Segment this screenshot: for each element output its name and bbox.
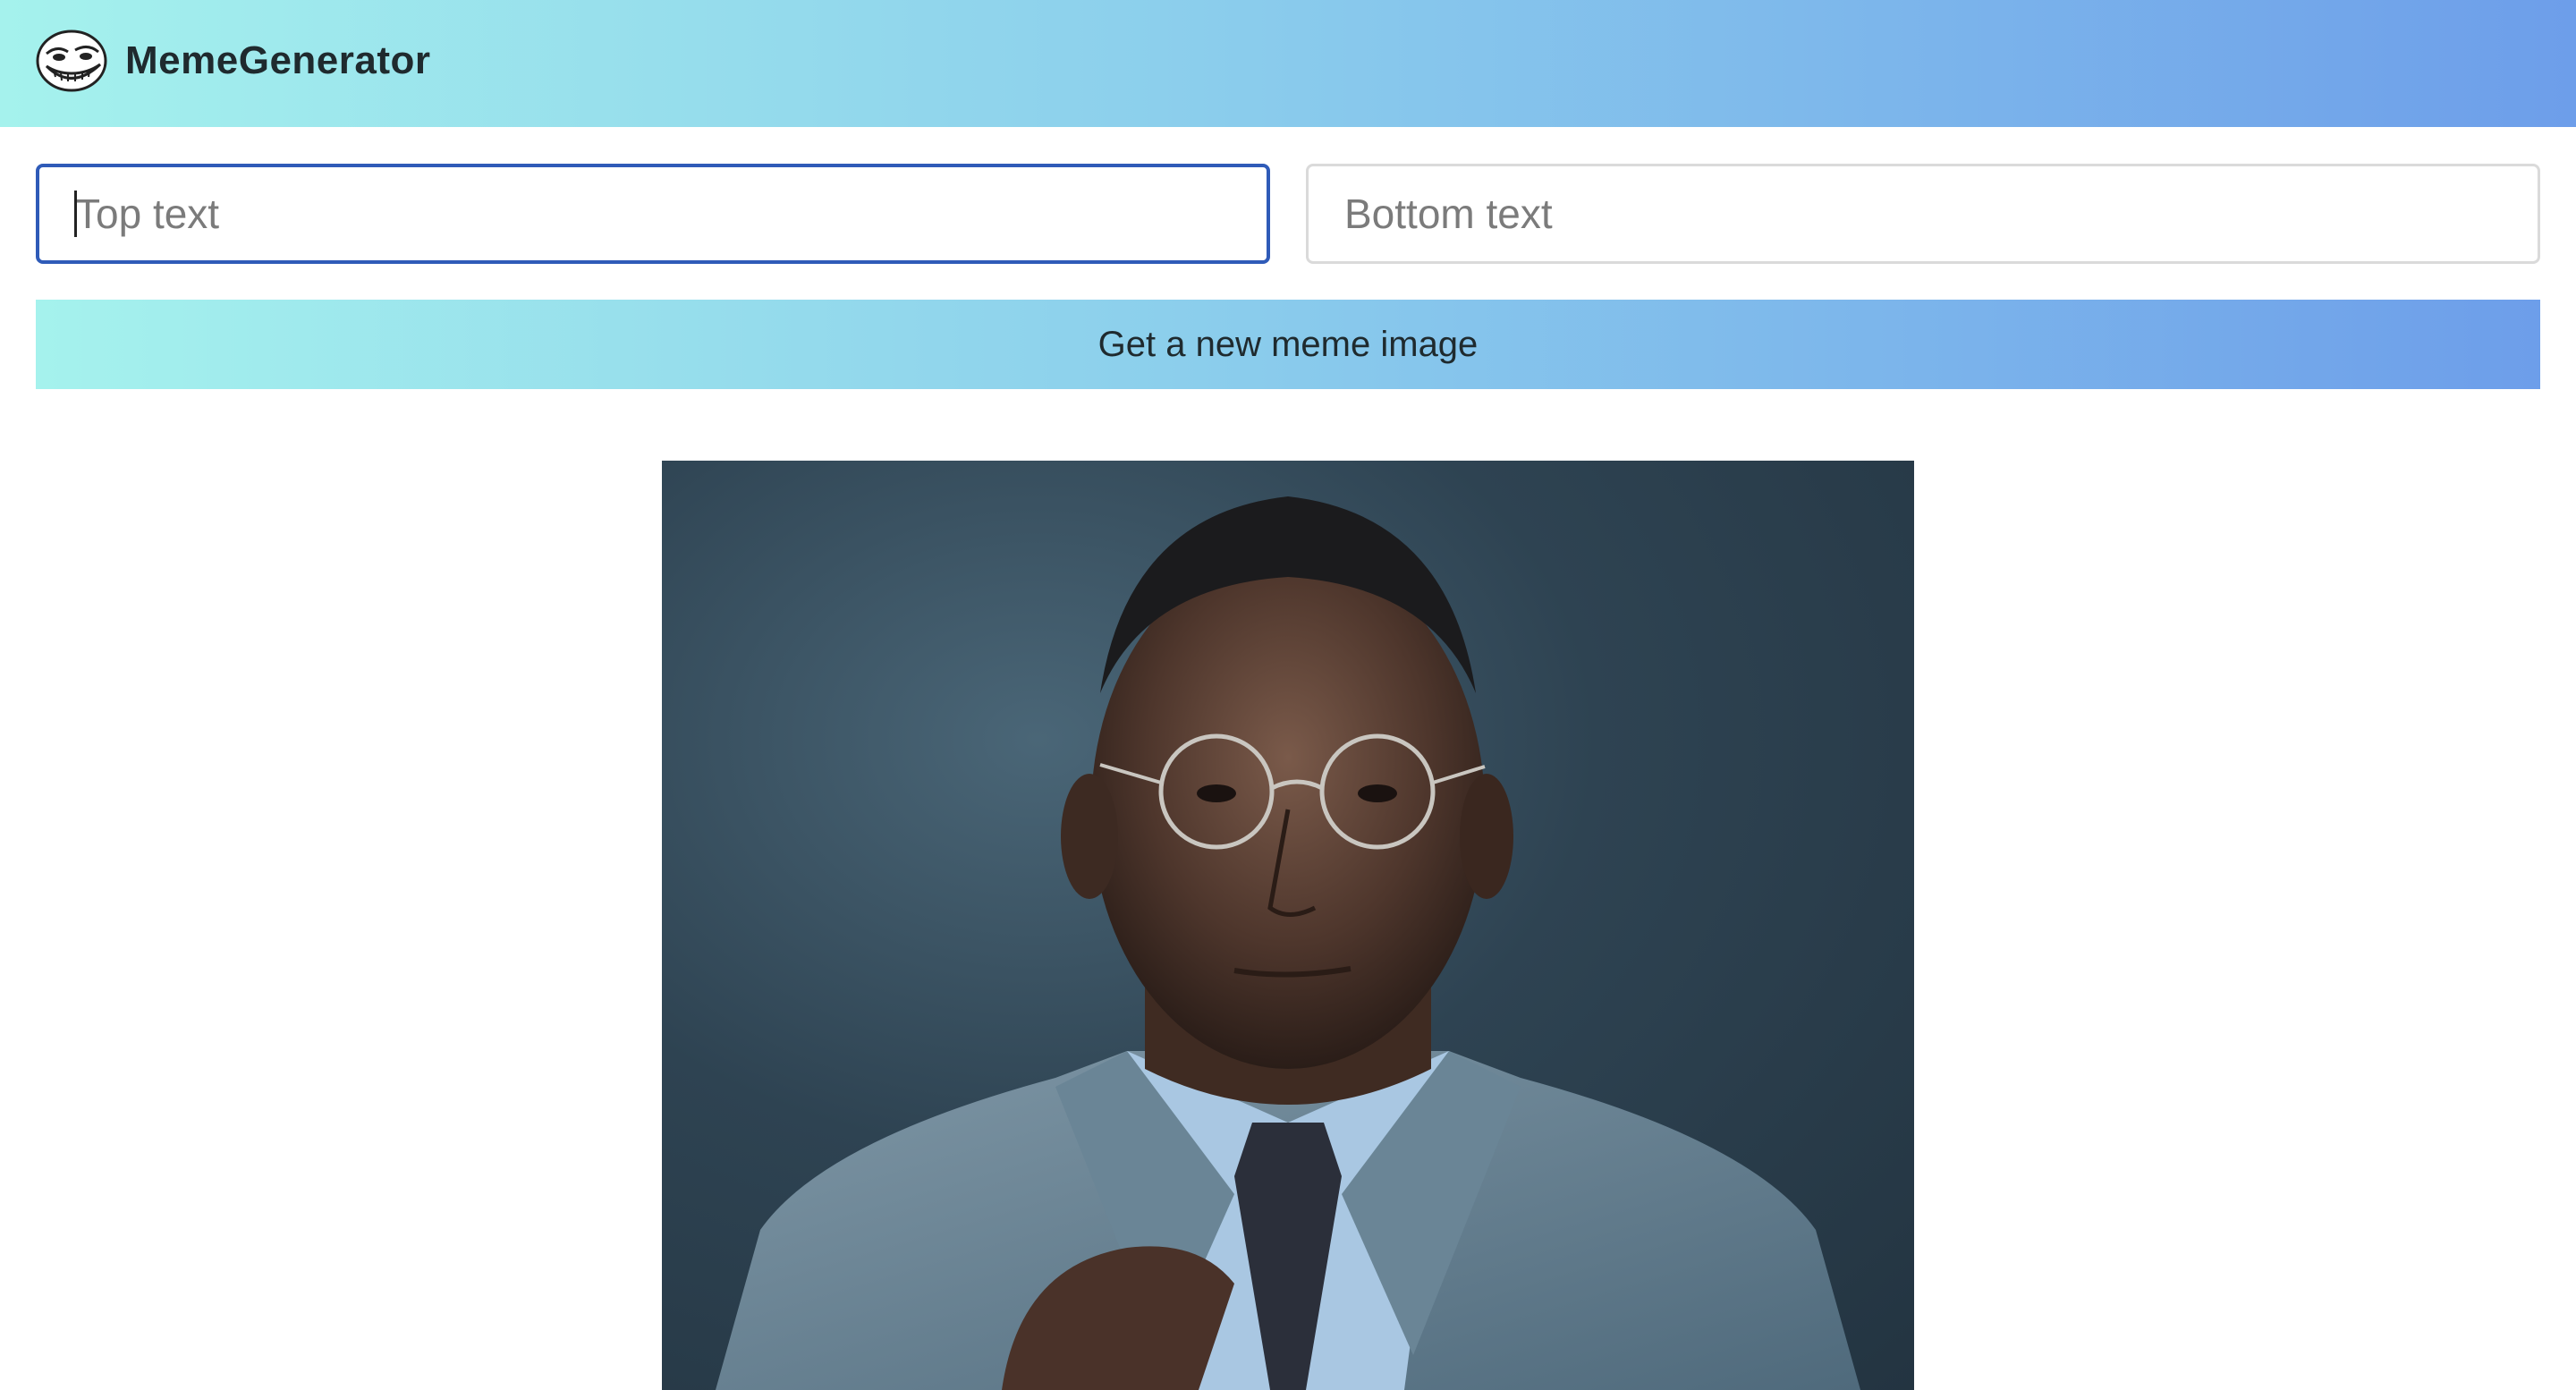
bottom-text-input[interactable] [1306, 164, 2540, 264]
get-new-meme-button[interactable]: Get a new meme image [36, 300, 2540, 389]
portrait-photo [716, 496, 1860, 1390]
top-text-input[interactable] [36, 164, 1270, 264]
trollface-icon [36, 30, 107, 92]
app-title: MemeGenerator [125, 38, 431, 82]
meme-image [662, 461, 1914, 1390]
app-header: MemeGenerator [0, 0, 2576, 127]
text-cursor [74, 191, 77, 237]
